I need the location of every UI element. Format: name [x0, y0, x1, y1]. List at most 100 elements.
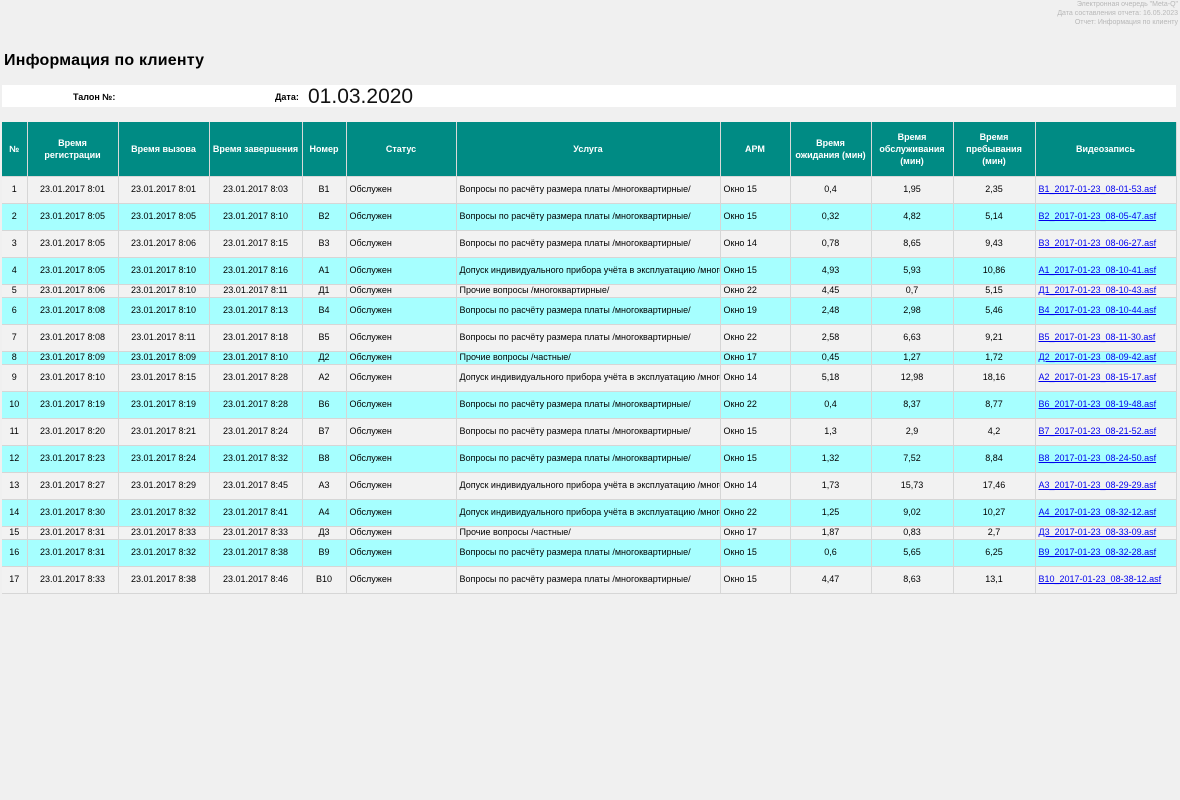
cell-stay-time: 9,43	[953, 230, 1036, 258]
cell-call-time: 23.01.2017 8:32	[118, 539, 210, 567]
video-link[interactable]: В2_2017-01-23_08-05-47.asf	[1039, 211, 1157, 221]
cell-video: В8_2017-01-23_08-24-50.asf	[1035, 445, 1177, 473]
video-link[interactable]: Д3_2017-01-23_08-33-09.asf	[1039, 527, 1157, 537]
cell-service-time: 1,95	[871, 176, 954, 204]
table-row: 4 23.01.2017 8:05 23.01.2017 8:10 23.01.201…	[2, 257, 1177, 285]
cell-row-index: 16	[2, 539, 28, 567]
cell-service-time: 1,27	[871, 351, 954, 365]
cell-video: А3_2017-01-23_08-29-29.asf	[1035, 472, 1177, 500]
col-header-wait-time: Время ожидания (мин)	[790, 122, 872, 177]
video-link[interactable]: А2_2017-01-23_08-15-17.asf	[1039, 372, 1157, 382]
cell-ticket-number: В7	[302, 418, 347, 446]
table-row: 6 23.01.2017 8:08 23.01.2017 8:10 23.01.201…	[2, 297, 1177, 325]
cell-end-time: 23.01.2017 8:13	[209, 297, 303, 325]
video-link[interactable]: В10_2017-01-23_08-38-12.asf	[1039, 574, 1162, 584]
cell-status: Обслужен	[346, 526, 457, 540]
cell-wait-time: 1,3	[790, 418, 872, 446]
cell-ticket-number: В4	[302, 297, 347, 325]
cell-workstation: Окно 14	[720, 472, 791, 500]
cell-stay-time: 13,1	[953, 566, 1036, 594]
cell-row-index: 15	[2, 526, 28, 540]
cell-end-time: 23.01.2017 8:10	[209, 351, 303, 365]
table-row: 3 23.01.2017 8:05 23.01.2017 8:06 23.01.201…	[2, 230, 1177, 258]
table-row: 2 23.01.2017 8:05 23.01.2017 8:05 23.01.201…	[2, 203, 1177, 231]
cell-workstation: Окно 22	[720, 391, 791, 419]
video-link[interactable]: В9_2017-01-23_08-32-28.asf	[1039, 547, 1157, 557]
cell-registration-time: 23.01.2017 8:30	[27, 499, 119, 527]
cell-workstation: Окно 15	[720, 445, 791, 473]
cell-ticket-number: В5	[302, 324, 347, 352]
cell-stay-time: 2,35	[953, 176, 1036, 204]
cell-registration-time: 23.01.2017 8:19	[27, 391, 119, 419]
cell-row-index: 10	[2, 391, 28, 419]
cell-call-time: 23.01.2017 8:10	[118, 257, 210, 285]
cell-video: Д3_2017-01-23_08-33-09.asf	[1035, 526, 1177, 540]
table-row: 5 23.01.2017 8:06 23.01.2017 8:10 23.01.201…	[2, 284, 1177, 298]
video-link[interactable]: В7_2017-01-23_08-21-52.asf	[1039, 426, 1157, 436]
video-link[interactable]: В1_2017-01-23_08-01-53.asf	[1039, 184, 1157, 194]
table-row: 1 23.01.2017 8:01 23.01.2017 8:01 23.01.201…	[2, 176, 1177, 204]
cell-service-time: 8,63	[871, 566, 954, 594]
video-link[interactable]: В4_2017-01-23_08-10-44.asf	[1039, 305, 1157, 315]
table-row: 17 23.01.2017 8:33 23.01.2017 8:38 23.01.20…	[2, 566, 1177, 594]
video-link[interactable]: Д1_2017-01-23_08-10-43.asf	[1039, 285, 1157, 295]
cell-call-time: 23.01.2017 8:38	[118, 566, 210, 594]
cell-registration-time: 23.01.2017 8:31	[27, 526, 119, 540]
cell-wait-time: 0,78	[790, 230, 872, 258]
cell-service: Вопросы по расчёту размера платы /многок…	[456, 203, 721, 231]
col-header-stay-time: Время пребывания (мин)	[953, 122, 1036, 177]
cell-status: Обслужен	[346, 257, 457, 285]
cell-status: Обслужен	[346, 445, 457, 473]
col-header-end-time: Время завершения	[209, 122, 303, 177]
cell-workstation: Окно 22	[720, 284, 791, 298]
cell-service: Вопросы по расчёту размера платы /многок…	[456, 297, 721, 325]
cell-video: В5_2017-01-23_08-11-30.asf	[1035, 324, 1177, 352]
report-name: Отчет: Информация по клиенту	[1074, 19, 1178, 26]
cell-service-time: 0,7	[871, 284, 954, 298]
cell-stay-time: 8,77	[953, 391, 1036, 419]
cell-end-time: 23.01.2017 8:33	[209, 526, 303, 540]
video-link[interactable]: В8_2017-01-23_08-24-50.asf	[1039, 453, 1157, 463]
cell-video: В2_2017-01-23_08-05-47.asf	[1035, 203, 1177, 231]
video-link[interactable]: А1_2017-01-23_08-10-41.asf	[1039, 265, 1157, 275]
cell-stay-time: 4,2	[953, 418, 1036, 446]
video-link[interactable]: В6_2017-01-23_08-19-48.asf	[1039, 399, 1157, 409]
cell-registration-time: 23.01.2017 8:33	[27, 566, 119, 594]
cell-stay-time: 1,72	[953, 351, 1036, 365]
cell-stay-time: 9,21	[953, 324, 1036, 352]
cell-call-time: 23.01.2017 8:24	[118, 445, 210, 473]
cell-end-time: 23.01.2017 8:10	[209, 203, 303, 231]
cell-service: Вопросы по расчёту размера платы /многок…	[456, 176, 721, 204]
cell-registration-time: 23.01.2017 8:08	[27, 324, 119, 352]
video-link[interactable]: А4_2017-01-23_08-32-12.asf	[1039, 507, 1157, 517]
cell-row-index: 2	[2, 203, 28, 231]
cell-end-time: 23.01.2017 8:46	[209, 566, 303, 594]
cell-video: В10_2017-01-23_08-38-12.asf	[1035, 566, 1177, 594]
cell-status: Обслужен	[346, 499, 457, 527]
cell-workstation: Окно 15	[720, 418, 791, 446]
cell-ticket-number: А2	[302, 364, 347, 392]
video-link[interactable]: А3_2017-01-23_08-29-29.asf	[1039, 480, 1157, 490]
cell-service-time: 5,65	[871, 539, 954, 567]
cell-workstation: Окно 19	[720, 297, 791, 325]
cell-service: Прочие вопросы /частные/	[456, 526, 721, 540]
cell-wait-time: 0,4	[790, 391, 872, 419]
cell-call-time: 23.01.2017 8:05	[118, 203, 210, 231]
cell-service: Допуск индивидуального прибора учёта в э…	[456, 499, 721, 527]
page-title: Информация по клиенту	[4, 52, 205, 69]
cell-workstation: Окно 17	[720, 351, 791, 365]
cell-wait-time: 0,32	[790, 203, 872, 231]
cell-status: Обслужен	[346, 230, 457, 258]
cell-stay-time: 17,46	[953, 472, 1036, 500]
table-row: 11 23.01.2017 8:20 23.01.2017 8:21 23.01.20…	[2, 418, 1177, 446]
cell-ticket-number: А1	[302, 257, 347, 285]
col-header-call-time: Время вызова	[118, 122, 210, 177]
video-link[interactable]: Д2_2017-01-23_08-09-42.asf	[1039, 352, 1157, 362]
cell-service-time: 8,37	[871, 391, 954, 419]
cell-workstation: Окно 14	[720, 230, 791, 258]
cell-wait-time: 5,18	[790, 364, 872, 392]
video-link[interactable]: В3_2017-01-23_08-06-27.asf	[1039, 238, 1157, 248]
cell-service-time: 5,93	[871, 257, 954, 285]
video-link[interactable]: В5_2017-01-23_08-11-30.asf	[1039, 332, 1156, 342]
table-row: 10 23.01.2017 8:19 23.01.2017 8:19 23.01.20…	[2, 391, 1177, 419]
